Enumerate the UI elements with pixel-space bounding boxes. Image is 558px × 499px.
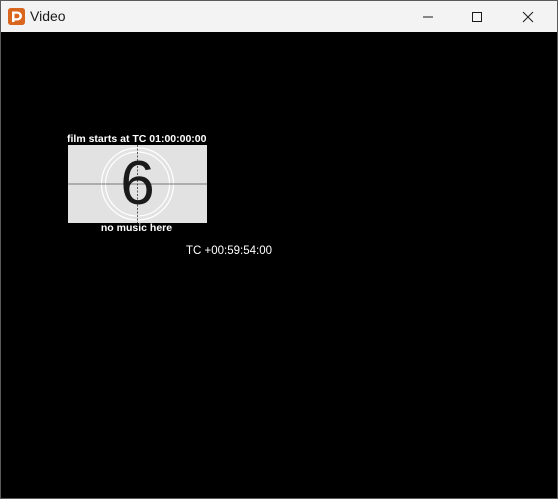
timecode-readout: TC +00:59:54:00 (186, 245, 272, 257)
film-start-caption: film starts at TC 01:00:00:00 (67, 133, 207, 145)
minimize-icon (423, 16, 433, 18)
countdown-number: 6 (120, 149, 155, 218)
close-icon (522, 11, 534, 23)
minimize-button[interactable] (405, 1, 451, 32)
close-button[interactable] (505, 1, 551, 32)
maximize-button[interactable] (454, 1, 500, 32)
video-canvas: film starts at TC 01:00:00:00 6 no music… (1, 32, 557, 498)
app-logo-icon (8, 8, 25, 25)
window-title: Video (30, 8, 66, 24)
maximize-icon (472, 12, 482, 22)
music-caption: no music here (100, 222, 173, 234)
countdown-leader-frame: 6 (68, 145, 207, 223)
title-bar[interactable]: Video (1, 1, 557, 32)
video-window: Video film starts at TC 01:00:00:00 6 no… (0, 0, 558, 499)
